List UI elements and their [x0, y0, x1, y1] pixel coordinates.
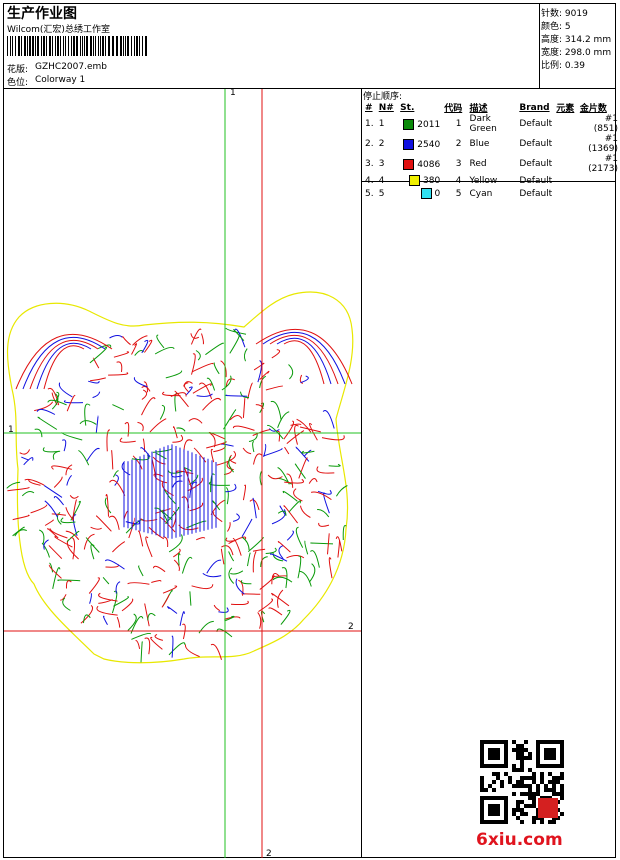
stat-scale: 比例: 0.39 — [541, 61, 585, 71]
page-title: 生产作业图 — [7, 6, 77, 22]
qr-code[interactable] — [480, 740, 564, 824]
row-sequins — [578, 187, 620, 200]
embroidery-design: 1 1 2 2 — [4, 89, 361, 858]
row-brand: Default — [519, 119, 553, 129]
col-sequins: 金片数 — [579, 104, 607, 114]
row-brand: Default — [519, 139, 553, 149]
colorway-label: 色位: — [7, 78, 29, 88]
row-desc: Yellow — [469, 175, 498, 186]
col-n: N# — [378, 102, 394, 113]
col-idx: # — [365, 102, 373, 113]
row-brand: Default — [519, 188, 553, 199]
row-element — [554, 187, 578, 200]
row-desc: Dark Green — [469, 114, 497, 134]
row-sequins — [578, 174, 620, 187]
stats-divider — [539, 3, 540, 88]
guide-lines: 1 1 2 2 — [4, 89, 361, 858]
row-n: 2 — [378, 139, 385, 149]
color-row: 3. 3 4086 3 Red Default #1 (2173) — [363, 154, 620, 174]
col-brand: Brand — [519, 102, 550, 113]
color-row: 5. 5 0 5 Cyan Default — [363, 187, 620, 200]
color-swatch — [403, 118, 415, 130]
red-guide-label-bottom: 2 — [266, 849, 272, 858]
row-desc: Blue — [469, 139, 490, 149]
row-n: 3 — [378, 159, 385, 169]
row-st: 2540 — [398, 134, 442, 154]
row-index: 3. — [365, 159, 374, 169]
stitch-layer — [6, 327, 353, 663]
green-guide-label-left: 1 — [8, 425, 14, 435]
stat-colors: 颜色: 5 — [541, 22, 571, 32]
row-code: 4 — [455, 175, 462, 186]
panel-divider — [361, 88, 362, 858]
company-name: Wilcom(汇宏)总绣工作室 — [7, 25, 110, 35]
row-code: 2 — [455, 139, 462, 149]
color-swatch — [403, 138, 415, 150]
color-swatch — [420, 188, 432, 199]
col-element: 元素 — [556, 104, 575, 114]
row-sequins: #1 (851) — [593, 114, 618, 134]
green-guide-label-top: 1 — [230, 89, 236, 98]
row-desc: Cyan — [469, 188, 493, 199]
row-element — [554, 154, 578, 174]
colorway-value: Colorway 1 — [35, 75, 86, 85]
row-st: 380 — [398, 174, 442, 187]
row-n: 5 — [378, 188, 385, 199]
row-index: 1. — [365, 119, 374, 129]
design-file: GZHC2007.emb — [35, 62, 107, 72]
row-st: 2011 — [398, 114, 442, 134]
color-row: 1. 1 2011 1 Dark Green Default #1 (851) — [363, 114, 620, 134]
stat-height: 高度: 314.2 mm — [541, 35, 612, 45]
col-desc: 描述 — [469, 104, 488, 114]
row-element — [554, 114, 578, 134]
row-index: 5. — [365, 188, 374, 199]
barcode — [7, 36, 147, 56]
row-index: 2. — [365, 139, 374, 149]
row-code: 1 — [455, 119, 462, 129]
row-brand: Default — [519, 175, 553, 186]
design-label: 花版: — [7, 65, 29, 75]
row-sequins: #1 (1369) — [588, 134, 618, 154]
color-stop-table: # N# St. 代码 描述 Brand 元素 金片数 1. 1 2011 1 Dar… — [363, 101, 620, 200]
color-row: 4. 4 380 4 Yellow Default — [363, 174, 620, 187]
color-row: 2. 2 2540 2 Blue Default #1 (1369) — [363, 134, 620, 154]
row-desc: Red — [469, 159, 487, 169]
stat-stitches: 针数: 9019 — [541, 9, 588, 19]
color-swatch — [409, 175, 421, 186]
row-brand: Default — [519, 159, 553, 169]
watermark-logo[interactable]: 6xiu.com — [476, 830, 563, 850]
red-guide-label-right: 2 — [348, 622, 354, 632]
col-code: 代码 — [444, 104, 463, 114]
row-index: 4. — [365, 175, 374, 186]
row-n: 4 — [378, 175, 385, 186]
stat-width: 宽度: 298.0 mm — [541, 48, 612, 58]
color-swatch — [403, 158, 415, 170]
row-element — [554, 174, 578, 187]
col-st: St. — [400, 102, 415, 113]
row-code: 5 — [455, 188, 462, 199]
row-code: 3 — [455, 159, 462, 169]
row-sequins: #1 (2173) — [588, 154, 618, 174]
row-st: 0 — [398, 187, 442, 200]
row-n: 1 — [378, 119, 385, 129]
row-element — [554, 134, 578, 154]
row-st: 4086 — [398, 154, 442, 174]
